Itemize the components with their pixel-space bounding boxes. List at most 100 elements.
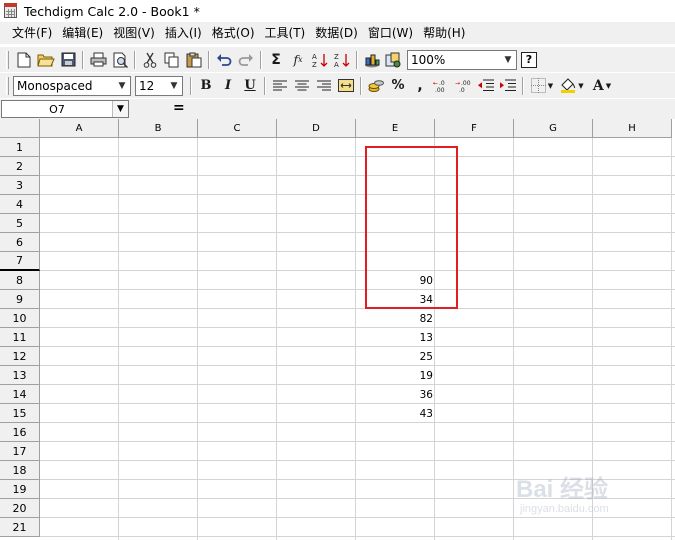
align-left-icon[interactable] [269, 75, 291, 97]
column-header-f[interactable]: F [435, 119, 514, 138]
print-preview-icon[interactable] [109, 49, 131, 71]
row-header-6[interactable]: 6 [0, 233, 40, 252]
copy-icon[interactable] [161, 49, 183, 71]
row-header-1[interactable]: 1 [0, 138, 40, 157]
toolbar-grip[interactable] [6, 76, 9, 95]
sort-ascending-icon[interactable]: AZ [309, 49, 331, 71]
menu-help[interactable]: 帮助(H) [419, 22, 471, 44]
row-header-11[interactable]: 11 [0, 328, 40, 347]
borders-icon[interactable]: ▼ [527, 75, 557, 97]
title-bar: Techdigm Calc 2.0 - Book1 * [0, 0, 675, 22]
decrease-indent-icon[interactable] [475, 75, 497, 97]
cell-e14[interactable]: 36 [356, 385, 435, 404]
increase-indent-icon[interactable] [497, 75, 519, 97]
save-icon[interactable] [57, 49, 79, 71]
image-icon[interactable] [383, 49, 405, 71]
column-header-h[interactable]: H [593, 119, 672, 138]
undo-icon[interactable] [213, 49, 235, 71]
underline-button[interactable]: U [239, 75, 261, 97]
column-header-e[interactable]: E [356, 119, 435, 138]
menu-tools[interactable]: 工具(T) [261, 22, 312, 44]
row-header-4[interactable]: 4 [0, 195, 40, 214]
row-header-7[interactable]: 7 [0, 252, 40, 271]
svg-text:.0: .0 [459, 87, 465, 93]
font-size-select[interactable]: 12 ▼ [135, 75, 183, 96]
print-icon[interactable] [87, 49, 109, 71]
row-header-10[interactable]: 10 [0, 309, 40, 328]
row-header-18[interactable]: 18 [0, 461, 40, 480]
svg-text:A: A [312, 53, 317, 61]
column-header-d[interactable]: D [277, 119, 356, 138]
redo-icon[interactable] [235, 49, 257, 71]
cell-e13[interactable]: 19 [356, 366, 435, 385]
row-header-17[interactable]: 17 [0, 442, 40, 461]
row-header-3[interactable]: 3 [0, 176, 40, 195]
percent-button[interactable]: % [387, 75, 409, 97]
menu-data[interactable]: 数据(D) [311, 22, 364, 44]
italic-button[interactable]: I [217, 75, 239, 97]
merge-cells-icon[interactable] [335, 75, 357, 97]
cell-e15[interactable]: 43 [356, 404, 435, 423]
paste-icon[interactable] [183, 49, 205, 71]
select-all-corner[interactable] [0, 119, 40, 138]
row-header-19[interactable]: 19 [0, 480, 40, 499]
formula-equals-icon[interactable]: = [173, 100, 185, 116]
toolbar-separator [264, 76, 266, 95]
column-header-b[interactable]: B [119, 119, 198, 138]
cell-e12[interactable]: 25 [356, 347, 435, 366]
fill-color-icon[interactable]: ▼ [557, 75, 587, 97]
comma-button[interactable]: , [409, 75, 431, 97]
new-file-icon[interactable] [13, 49, 35, 71]
column-header-c[interactable]: C [198, 119, 277, 138]
row-header-20[interactable]: 20 [0, 499, 40, 518]
cell-e10[interactable]: 82 [356, 309, 435, 328]
row-header-21[interactable]: 21 [0, 518, 40, 537]
increase-decimal-icon[interactable]: ← .0.00 [431, 75, 453, 97]
toolbar-separator [360, 76, 362, 95]
baidu-watermark: Bai 经验 jingyan.baidu.com [516, 469, 666, 524]
row-header-16[interactable]: 16 [0, 423, 40, 442]
menu-insert[interactable]: 插入(I) [161, 22, 208, 44]
font-family-select[interactable]: Monospaced ▼ [13, 75, 131, 96]
sum-icon[interactable]: Σ [265, 49, 287, 71]
menu-view[interactable]: 视图(V) [109, 22, 161, 44]
help-icon[interactable]: ? [521, 51, 537, 68]
row-header-8[interactable]: 8 [0, 271, 40, 290]
currency-icon[interactable] [365, 75, 387, 97]
row-header-5[interactable]: 5 [0, 214, 40, 233]
toolbar-separator [356, 50, 358, 69]
grid-line [40, 156, 675, 157]
sort-descending-icon[interactable]: ZA [331, 49, 353, 71]
toolbar-grip[interactable] [6, 50, 9, 69]
row-header-2[interactable]: 2 [0, 157, 40, 176]
row-header-9[interactable]: 9 [0, 290, 40, 309]
toolbar-separator [208, 50, 210, 69]
menu-edit[interactable]: 编辑(E) [58, 22, 109, 44]
menu-file[interactable]: 文件(F) [8, 22, 58, 44]
row-header-15[interactable]: 15 [0, 404, 40, 423]
chart-icon[interactable] [361, 49, 383, 71]
cut-icon[interactable] [139, 49, 161, 71]
svg-text:A: A [334, 61, 339, 68]
chevron-down-icon[interactable]: ▼ [112, 101, 128, 117]
cell-reference-box[interactable]: O7 ▼ [1, 100, 129, 118]
row-header-14[interactable]: 14 [0, 385, 40, 404]
decrease-decimal-icon[interactable]: → .00.0 [453, 75, 475, 97]
zoom-select[interactable]: 100% ▼ [407, 49, 517, 70]
align-center-icon[interactable] [291, 75, 313, 97]
cell-e9[interactable]: 34 [356, 290, 435, 309]
column-header-g[interactable]: G [514, 119, 593, 138]
bold-button[interactable]: B [195, 75, 217, 97]
row-header-12[interactable]: 12 [0, 347, 40, 366]
menu-format[interactable]: 格式(O) [208, 22, 261, 44]
font-color-icon[interactable]: A ▼ [587, 75, 617, 97]
grid-line [40, 536, 675, 537]
cell-e11[interactable]: 13 [356, 328, 435, 347]
menu-window[interactable]: 窗口(W) [364, 22, 419, 44]
align-right-icon[interactable] [313, 75, 335, 97]
open-folder-icon[interactable] [35, 49, 57, 71]
function-icon[interactable]: fx [287, 49, 309, 71]
column-header-a[interactable]: A [40, 119, 119, 138]
cell-e8[interactable]: 90 [356, 271, 435, 290]
row-header-13[interactable]: 13 [0, 366, 40, 385]
